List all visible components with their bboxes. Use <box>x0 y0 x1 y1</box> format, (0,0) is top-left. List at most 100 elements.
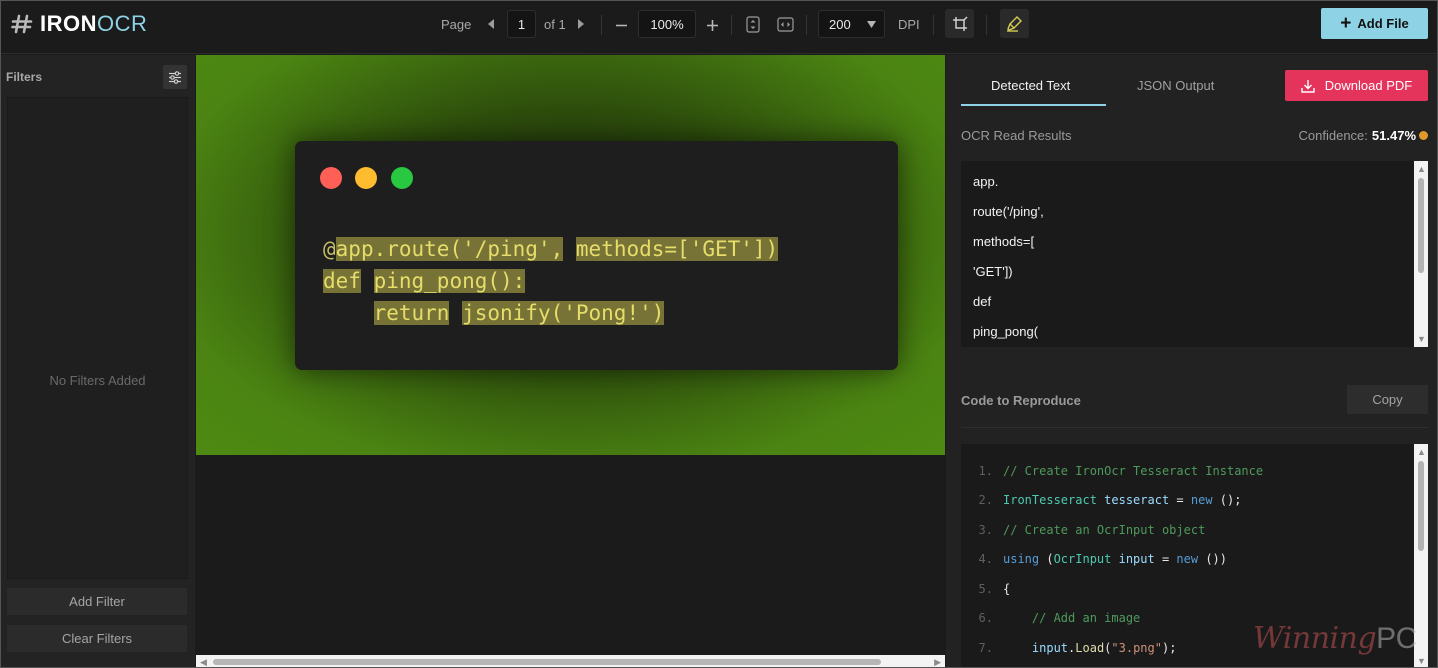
ocr-vertical-scrollbar[interactable]: ▲ ▼ <box>1414 161 1428 347</box>
active-tab-indicator <box>961 104 1106 106</box>
code-token: input <box>1031 641 1069 655</box>
app-window: IRONOCR Page 1 of 1 100% 200 DPI + Add F… <box>0 0 1438 668</box>
toolbar-divider <box>806 15 807 35</box>
line-number: 5. <box>978 582 993 596</box>
toolbar-divider <box>986 15 987 35</box>
section-divider <box>961 427 1428 428</box>
logo-text-bold: IRON <box>40 11 97 36</box>
next-page-button[interactable] <box>575 16 587 32</box>
plus-icon <box>706 19 718 31</box>
line-number: 3. <box>978 523 993 537</box>
toolbar-divider <box>731 15 732 35</box>
code-line: 1. // Create IronOcr Tesseract Instance <box>961 464 1264 478</box>
page-count-label: of 1 <box>544 17 566 32</box>
preview-code-line-1: @app.route('/ping', methods=['GET']) <box>323 236 779 262</box>
confidence-status-dot <box>1419 131 1428 140</box>
ocr-word-highlight: ping_pong( <box>373 269 501 293</box>
preview-image: @app.route('/ping', methods=['GET']) def… <box>196 55 945 455</box>
fit-width-icon <box>776 17 794 32</box>
green-window-dot <box>391 167 413 189</box>
ocr-word-highlight: app. <box>335 237 387 261</box>
confidence-readout: Confidence: 51.47% <box>1299 128 1428 143</box>
scroll-up-icon[interactable]: ▲ <box>1417 447 1426 457</box>
page-label: Page <box>441 17 472 32</box>
crop-button[interactable] <box>945 9 974 38</box>
code-token: input <box>1118 552 1155 566</box>
no-filters-message: No Filters Added <box>49 373 146 388</box>
filters-title: Filters <box>6 70 43 84</box>
fit-width-button[interactable] <box>776 16 794 33</box>
zoom-out-button[interactable] <box>613 16 629 34</box>
ocr-word-highlight: ): <box>500 269 526 293</box>
scroll-down-icon[interactable]: ▼ <box>1417 656 1426 666</box>
line-number: 4. <box>978 552 993 566</box>
line-number: 2. <box>978 493 993 507</box>
code-token: { <box>1003 582 1011 596</box>
code-token: new <box>1176 552 1199 566</box>
ocr-results-title: OCR Read Results <box>961 128 1072 143</box>
document-preview: @app.route('/ping', methods=['GET']) def… <box>196 55 945 667</box>
line-number: 1. <box>978 464 993 478</box>
ocr-line: app. <box>973 174 999 189</box>
line-number: 7. <box>978 641 993 655</box>
fit-height-icon <box>746 16 760 33</box>
add-file-label: Add File <box>1357 16 1409 31</box>
code-scroll-thumb[interactable] <box>1418 461 1424 551</box>
ocr-line: def <box>973 294 992 309</box>
code-token: = <box>1169 493 1191 507</box>
page-number-input[interactable]: 1 <box>507 10 536 38</box>
tab-detected-text[interactable]: Detected Text <box>991 78 1070 94</box>
download-icon <box>1301 79 1315 93</box>
code-token: "3.png" <box>1111 641 1162 655</box>
add-filter-button[interactable]: Add Filter <box>7 588 187 615</box>
code-line: 6. // Add an image <box>961 611 1141 625</box>
ocr-word-highlight: jsonify('Pong!') <box>462 301 665 325</box>
code-token: ( <box>1039 552 1054 566</box>
code-token: // Create IronOcr Tesseract Instance <box>1003 464 1264 478</box>
code-token: OcrInput <box>1053 552 1112 566</box>
code-token: new <box>1190 493 1213 507</box>
ocr-line: ping_pong( <box>973 324 1039 339</box>
code-token: (); <box>1212 493 1242 507</box>
ocr-scroll-thumb[interactable] <box>1418 178 1424 273</box>
line-number: 6. <box>978 611 993 625</box>
prev-page-button[interactable] <box>485 16 497 32</box>
ocr-text-output[interactable]: app. route('/ping', methods=[ 'GET']) de… <box>961 161 1428 347</box>
caret-left-icon <box>488 19 494 29</box>
scroll-up-icon[interactable]: ▲ <box>1417 164 1426 174</box>
dpi-select[interactable]: 200 <box>818 10 885 38</box>
fit-height-button[interactable] <box>745 15 761 34</box>
toolbar-divider <box>601 15 602 35</box>
zoom-in-button[interactable] <box>704 16 720 34</box>
filter-settings-button[interactable] <box>163 65 187 89</box>
ocr-line: route('/ping', <box>973 204 1044 219</box>
watermark-bold: PC <box>1376 622 1417 655</box>
zoom-level-input[interactable]: 100% <box>638 10 696 38</box>
red-window-dot <box>320 167 342 189</box>
horizontal-scroll-thumb[interactable] <box>213 659 881 665</box>
horizontal-scrollbar[interactable]: ◀ ▶ <box>196 655 945 667</box>
confidence-label: Confidence: <box>1298 128 1368 143</box>
download-pdf-button[interactable]: Download PDF <box>1285 70 1428 101</box>
scroll-down-icon[interactable]: ▼ <box>1417 334 1426 344</box>
preview-text: @ <box>323 237 336 261</box>
code-line: 2. IronTesseract tesseract = new (); <box>961 493 1242 507</box>
results-panel: Detected Text JSON Output Download PDF O… <box>946 55 1437 667</box>
code-to-reproduce-title: Code to Reproduce <box>961 393 1081 408</box>
ocr-line: methods=[ <box>973 234 1035 249</box>
add-file-button[interactable]: + Add File <box>1321 8 1428 39</box>
highlight-button[interactable] <box>1000 9 1029 38</box>
ocr-word-highlight: route('/ping', <box>386 237 564 261</box>
tab-json-output[interactable]: JSON Output <box>1137 78 1214 94</box>
preview-text <box>563 237 576 261</box>
copy-button[interactable]: Copy <box>1347 385 1428 414</box>
preview-text <box>449 301 462 325</box>
scroll-left-icon[interactable]: ◀ <box>200 657 207 667</box>
preview-code-line-2: def ping_pong(): <box>323 268 526 294</box>
dpi-label: DPI <box>898 17 920 32</box>
code-token: IronTesseract <box>1003 493 1097 507</box>
scroll-right-icon[interactable]: ▶ <box>934 657 941 667</box>
clear-filters-button[interactable]: Clear Filters <box>7 625 187 652</box>
code-token: using <box>1003 552 1040 566</box>
